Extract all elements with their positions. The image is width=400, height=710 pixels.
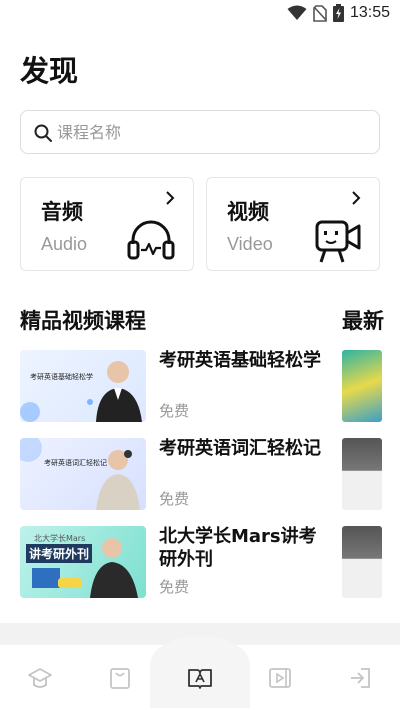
video-card-subtitle: Video: [227, 234, 273, 254]
featured-section-title: 精品视频课程: [20, 309, 146, 333]
course-price: 免费: [159, 402, 190, 420]
bag-icon[interactable]: [107, 665, 133, 691]
course-item[interactable]: 考研英语基础轻松学 考研英语基础轻松学 免费: [20, 350, 340, 424]
search-input[interactable]: [57, 111, 367, 153]
course-thumbnail-caption: 北大学长Mars: [34, 534, 86, 543]
video-play-icon[interactable]: [267, 665, 293, 691]
course-title: 考研英语基础轻松学: [159, 350, 321, 371]
course-thumbnail: 考研英语词汇轻松记: [20, 438, 146, 510]
graduation-cap-icon[interactable]: [27, 665, 53, 691]
search-icon: [34, 124, 52, 142]
course-item[interactable]: 考研英语词汇轻松记 考研英语词汇轻松记 免费: [20, 438, 340, 512]
course-thumbnail: 考研英语基础轻松学: [20, 350, 146, 422]
course-thumbnail-caption: 讲考研外刊: [26, 544, 93, 563]
search-box[interactable]: [20, 110, 380, 154]
audio-card-title: 音频: [41, 200, 83, 224]
chevron-right-icon: [166, 191, 175, 205]
course-title: 考研英语词汇轻松记: [159, 438, 321, 459]
battery-icon: [332, 4, 344, 22]
video-card-title: 视频: [227, 200, 269, 224]
course-price: 免费: [159, 578, 190, 596]
course-item[interactable]: 北大学长Mars 讲考研外刊 北大学长Mars讲考研外刊 免费: [20, 526, 340, 600]
status-bar: 13:55: [0, 0, 400, 28]
video-card[interactable]: 视频 Video: [206, 177, 380, 271]
audio-card-subtitle: Audio: [41, 234, 88, 254]
course-thumbnail-caption: 考研英语基础轻松学: [30, 373, 93, 381]
chevron-right-icon: [352, 191, 361, 205]
page-title: 发现: [20, 54, 79, 88]
course-thumbnail-caption: 考研英语词汇轻松记: [44, 459, 107, 467]
headphones-icon: [127, 220, 175, 260]
course-thumbnail: 北大学长Mars 讲考研外刊: [20, 526, 146, 598]
latest-thumbnail[interactable]: [342, 526, 382, 598]
latest-thumbnail[interactable]: [342, 438, 382, 510]
open-book-icon[interactable]: [187, 665, 213, 691]
latest-thumbnail[interactable]: [342, 350, 382, 422]
exit-icon[interactable]: [347, 665, 373, 691]
status-icons: 13:55: [287, 4, 390, 22]
no-sim-icon: [313, 4, 327, 22]
course-price: 免费: [159, 490, 190, 508]
audio-card[interactable]: 音频 Audio: [20, 177, 194, 271]
wifi-icon: [287, 5, 307, 20]
video-camera-icon: [315, 220, 361, 263]
status-time: 13:55: [349, 4, 390, 21]
course-title: 北大学长Mars讲考研外刊: [159, 526, 317, 570]
latest-section-title: 最新: [342, 309, 384, 333]
